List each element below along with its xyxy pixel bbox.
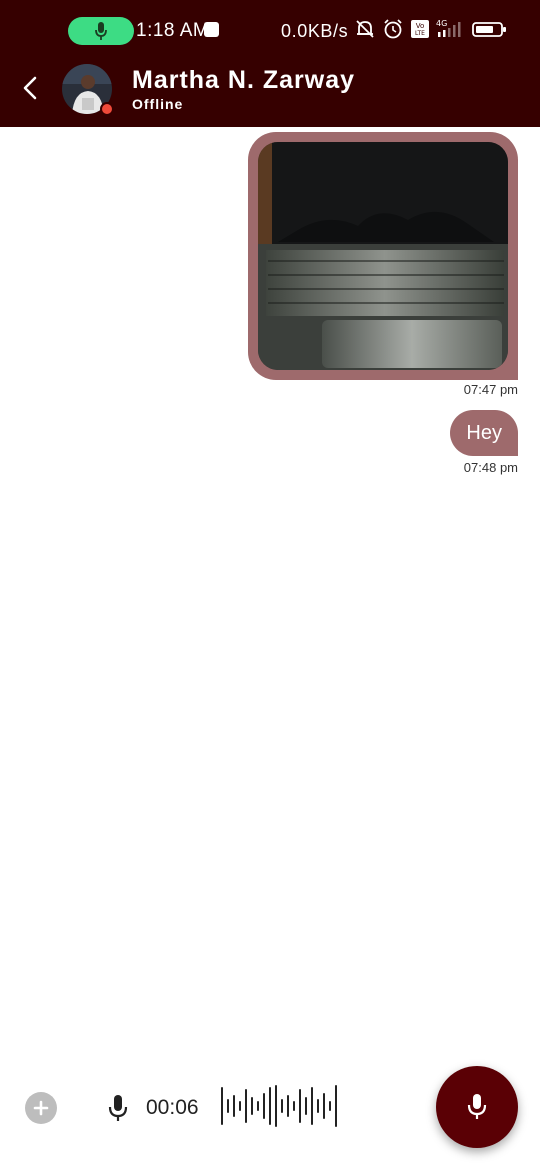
back-button[interactable]	[14, 72, 46, 104]
message-time: 07:47 pm	[463, 382, 518, 397]
image-message-bubble[interactable]	[248, 132, 518, 380]
recording-mic	[106, 1093, 130, 1128]
status-bar: 1:18 AM 0.0KB/s Vo LTE 4G	[0, 0, 540, 62]
svg-text:Vo: Vo	[416, 22, 425, 30]
image-message-photo[interactable]	[258, 142, 508, 370]
chat-screen: 1:18 AM 0.0KB/s Vo LTE 4G Martha N. Zarw…	[0, 0, 540, 1170]
alarm-icon	[384, 19, 402, 39]
mic-in-use-indicator[interactable]	[68, 17, 134, 45]
contact-name[interactable]: Martha N. Zarway	[132, 66, 355, 95]
status-icons: Vo LTE 4G	[354, 18, 508, 40]
microphone-icon	[467, 1094, 487, 1119]
avatar[interactable]	[62, 64, 114, 116]
notification-icon	[204, 22, 219, 37]
microphone-icon	[108, 1095, 128, 1121]
offline-status-dot	[100, 102, 114, 116]
audio-waveform	[218, 1082, 342, 1135]
network-speed: 0.0KB/s	[281, 21, 349, 41]
signal-4g-icon: 4G	[436, 19, 461, 37]
svg-text:LTE: LTE	[415, 30, 425, 37]
plus-icon	[33, 1100, 49, 1116]
recording-timer: 00:06	[146, 1096, 199, 1119]
chevron-left-icon	[23, 76, 37, 100]
attach-button[interactable]	[25, 1092, 57, 1124]
message-time: 07:48 pm	[463, 460, 518, 475]
status-time: 1:18 AM	[136, 20, 210, 41]
svg-text:4G: 4G	[436, 19, 447, 28]
text-message-bubble[interactable]: Hey	[450, 410, 518, 456]
contact-status: Offline	[132, 96, 184, 112]
volte-icon: Vo LTE	[411, 20, 429, 38]
microphone-icon	[95, 22, 107, 40]
record-send-button[interactable]	[436, 1066, 518, 1148]
battery-icon	[472, 22, 506, 37]
chat-header: Martha N. Zarway Offline	[0, 62, 540, 127]
mute-bell-icon	[356, 20, 374, 38]
